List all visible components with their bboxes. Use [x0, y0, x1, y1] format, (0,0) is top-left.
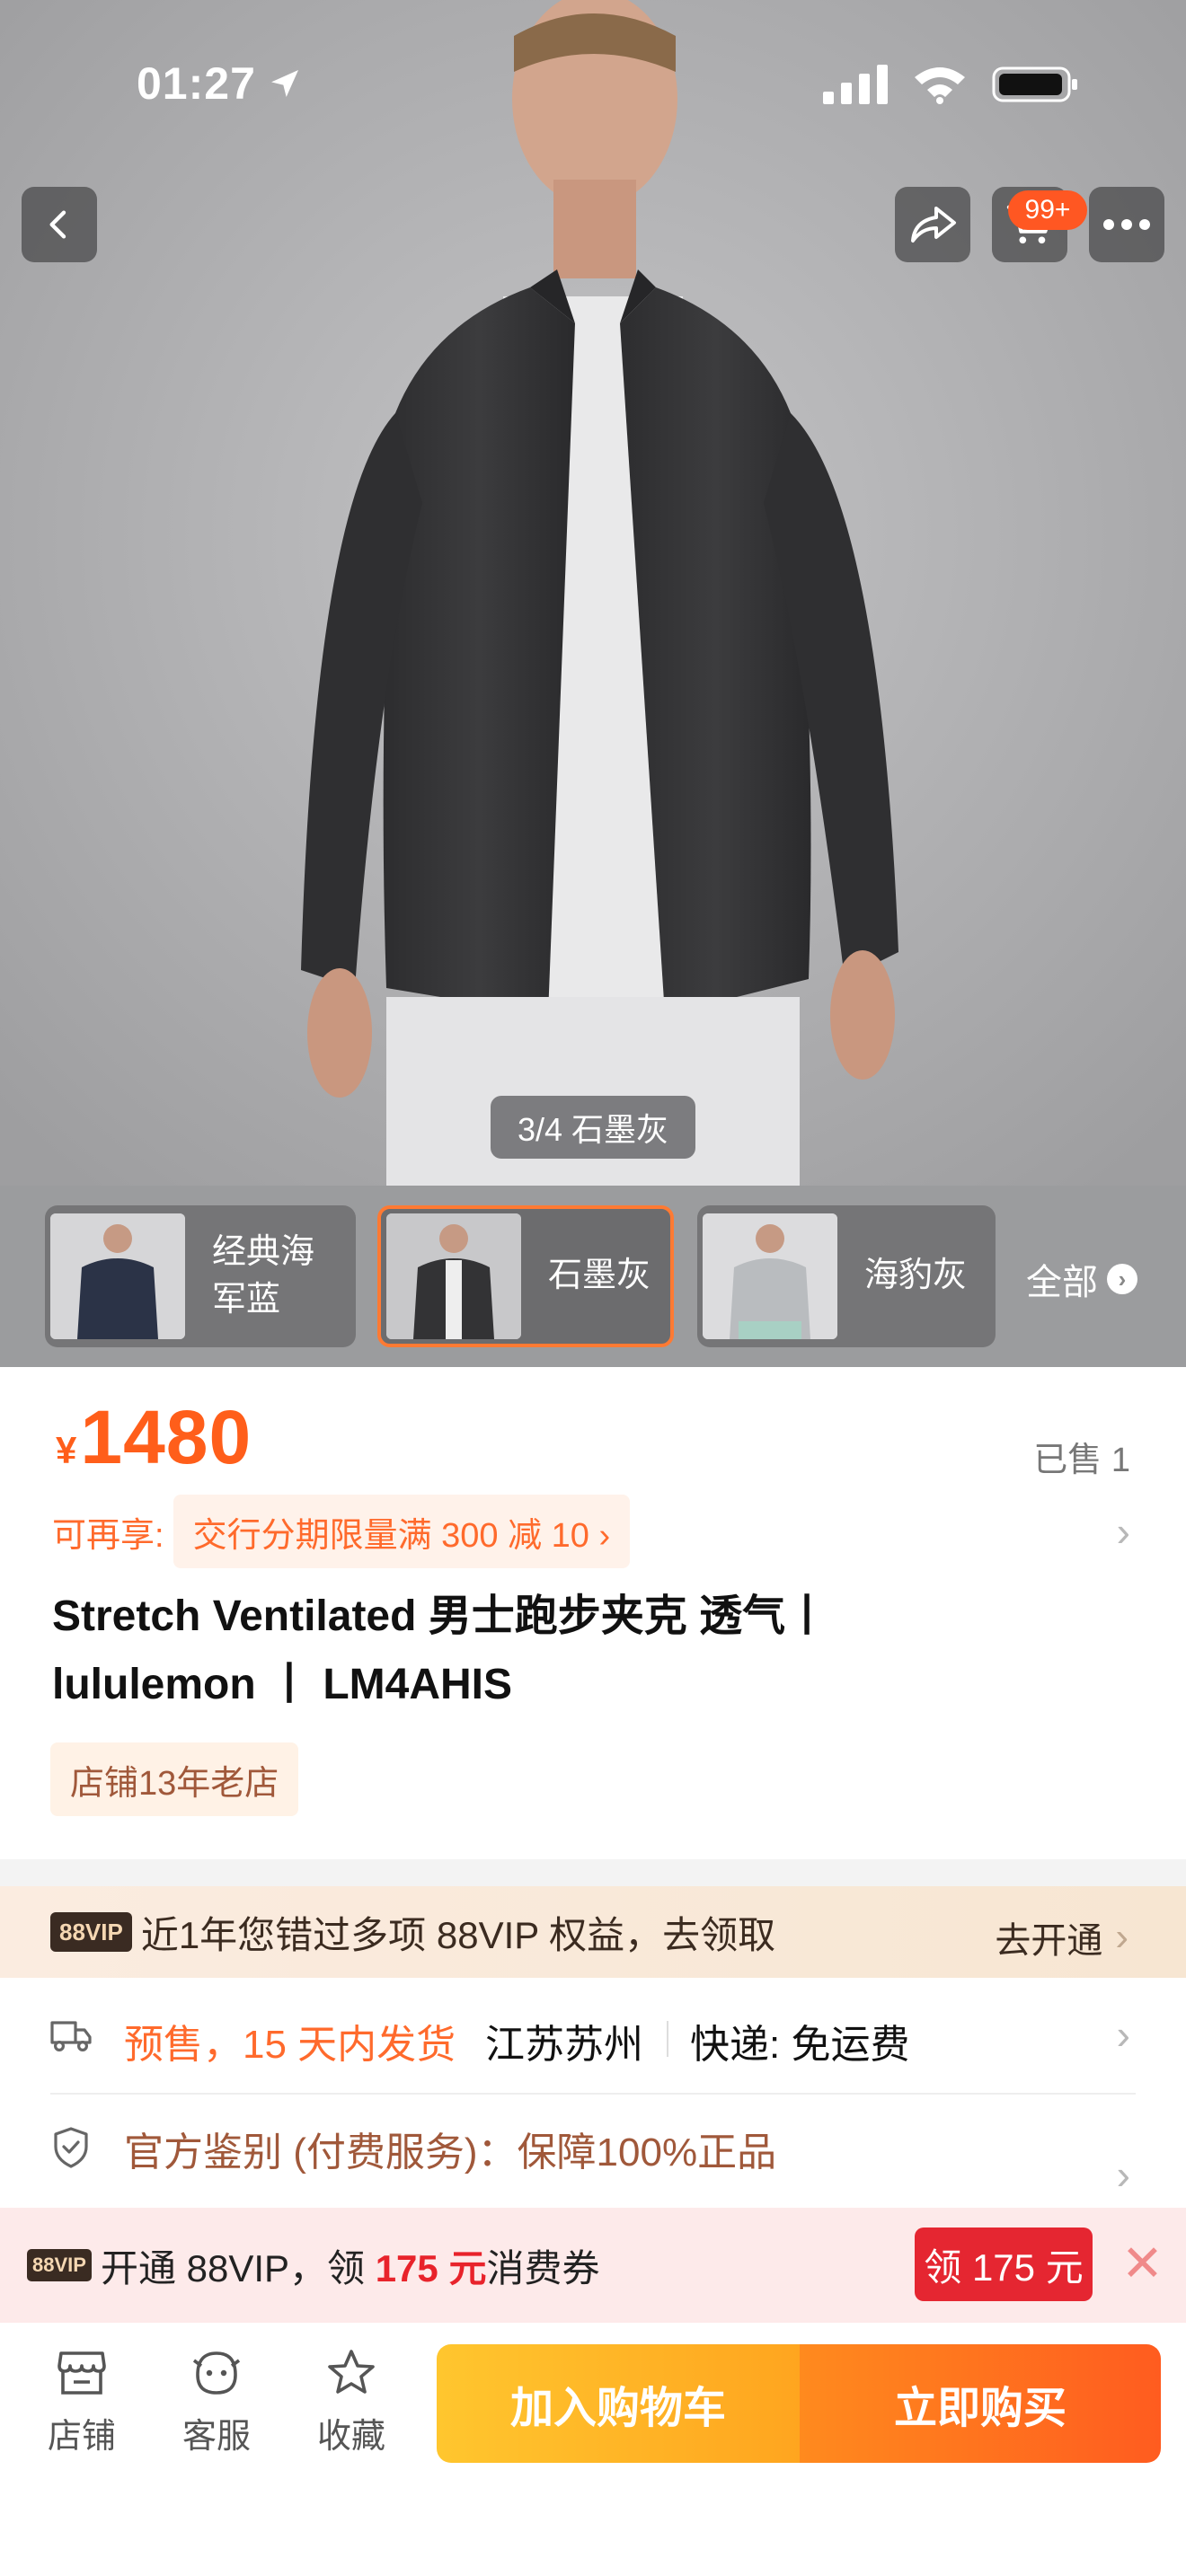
express-text: 快递: 免运费 [690, 2023, 910, 2067]
more-button[interactable] [1089, 187, 1164, 262]
guarantee-text: 官方鉴别 (付费服务)：保障100%正品 [124, 2130, 777, 2175]
variant-thumbnail [386, 1213, 521, 1339]
chevron-right-icon: › [1107, 1264, 1137, 1294]
add-to-cart-button[interactable]: 加入购物车 [437, 2344, 800, 2463]
tab-favorite[interactable]: 收藏 [302, 2346, 401, 2457]
chevron-right-icon: › [1116, 2011, 1130, 2058]
price: ¥ 1480 [56, 1394, 252, 1481]
status-indicators [823, 65, 1078, 104]
section-divider [0, 1859, 1186, 1886]
vip-benefits-bar[interactable]: 88VIP 近1年您错过多项 88VIP 权益，去领取 去开通 › [0, 1886, 1186, 1978]
cart-count-badge: 99+ [1008, 190, 1087, 230]
buy-now-button[interactable]: 立即购买 [800, 2344, 1161, 2463]
star-icon [328, 2350, 375, 2394]
separator [667, 2021, 668, 2057]
see-all-variants-button[interactable]: 全部 › [1026, 1253, 1137, 1305]
origin-text: 江苏苏州 [485, 2023, 643, 2067]
store-icon [58, 2351, 106, 2395]
price-value: 1480 [80, 1395, 252, 1479]
chevron-right-icon[interactable]: › [1117, 1507, 1130, 1556]
variant-graphite[interactable]: 石墨灰 [377, 1205, 674, 1347]
variant-seal-grey[interactable]: 海豹灰 [697, 1205, 996, 1347]
variant-label: 石墨灰 [548, 1257, 651, 1295]
product-title: Stretch Ventilated 男士跑步夹克 透气丨 lululemon … [52, 1583, 1112, 1719]
promo-row[interactable]: 可再享: 交行分期限量满 300 减 10 › [52, 1495, 631, 1568]
status-time: 01:27 [137, 57, 303, 110]
customer-service-icon [192, 2351, 241, 2395]
location-arrow-icon [270, 70, 298, 97]
battery-icon [992, 66, 1077, 102]
coupon-text: 开通 88VIP，领 175 元消费券 [100, 2246, 600, 2289]
back-button[interactable] [22, 187, 97, 262]
share-button[interactable] [895, 187, 970, 262]
sold-count: 已售 1 [1033, 1442, 1130, 1479]
tab-label: 客服 [181, 2418, 251, 2456]
bottom-action-bar: 店铺 客服 收藏 加入购物车 立即购买 [0, 2323, 1186, 2576]
chevron-left-icon [49, 210, 66, 239]
image-counter: 3/4 石墨灰 [491, 1096, 695, 1159]
tab-label: 收藏 [316, 2418, 385, 2456]
vip-activate-link[interactable]: 去开通 › [995, 1911, 1128, 1963]
cellular-signal-icon [823, 65, 888, 104]
variant-thumbnail [703, 1213, 837, 1339]
shipping-row[interactable]: 预售，15 天内发货 江苏苏州 快递: 免运费 › [0, 1978, 1186, 2093]
product-image-gallery[interactable]: 01:27 99+ 3/4 石墨灰 [0, 0, 1186, 1186]
shield-check-icon [54, 2127, 88, 2168]
tab-label: 店铺 [47, 2418, 116, 2456]
variant-navy[interactable]: 经典海军蓝 [45, 1205, 356, 1347]
vip-badge: 88VIP [50, 1912, 132, 1952]
claim-coupon-button[interactable]: 领 175 元 [915, 2228, 1093, 2301]
close-icon[interactable]: ✕ [1121, 2238, 1164, 2289]
more-dots-icon [1103, 219, 1150, 230]
title-line-2: lululemon 丨 LM4AHIS [52, 1661, 513, 1708]
currency-symbol: ¥ [56, 1429, 77, 1471]
vip-text: 近1年您错过多项 88VIP 权益，去领取 [140, 1913, 776, 1956]
variant-label: 海豹灰 [864, 1257, 968, 1295]
product-info-card: ¥ 1480 已售 1 可再享: 交行分期限量满 300 减 10 › › St… [0, 1367, 1186, 1859]
vip-activate-label: 去开通 [995, 1921, 1103, 1961]
guarantee-row[interactable]: 官方鉴别 (付费服务)：保障100%正品 › [0, 2095, 1186, 2211]
vip-coupon-banner[interactable]: 88VIP 开通 88VIP，领 175 元消费券 领 175 元 ✕ [0, 2208, 1186, 2323]
shop-age-tag: 店铺13年老店 [50, 1742, 299, 1816]
product-photo [0, 0, 1186, 1186]
promo-label: 可再享: [52, 1516, 164, 1555]
chevron-right-icon: › [1115, 1915, 1128, 1959]
wifi-icon [915, 67, 965, 104]
title-line-1: Stretch Ventilated 男士跑步夹克 透气丨 [52, 1592, 829, 1640]
variant-label: 经典海军蓝 [212, 1232, 315, 1319]
share-icon [911, 207, 956, 243]
presale-text: 预售，15 天内发货 [124, 2023, 456, 2067]
tab-shop[interactable]: 店铺 [32, 2346, 131, 2457]
color-variant-strip: 经典海军蓝 石墨灰 海豹灰 [0, 1186, 1186, 1367]
delivery-truck-icon [50, 2021, 92, 2052]
variant-thumbnail [50, 1213, 185, 1339]
tab-customer-service[interactable]: 客服 [167, 2346, 266, 2457]
chevron-right-icon: › [1116, 2151, 1130, 2198]
installment-promo-chip[interactable]: 交行分期限量满 300 减 10 › [173, 1495, 631, 1568]
see-all-label: 全部 [1026, 1263, 1098, 1302]
vip-badge: 88VIP [27, 2249, 92, 2281]
